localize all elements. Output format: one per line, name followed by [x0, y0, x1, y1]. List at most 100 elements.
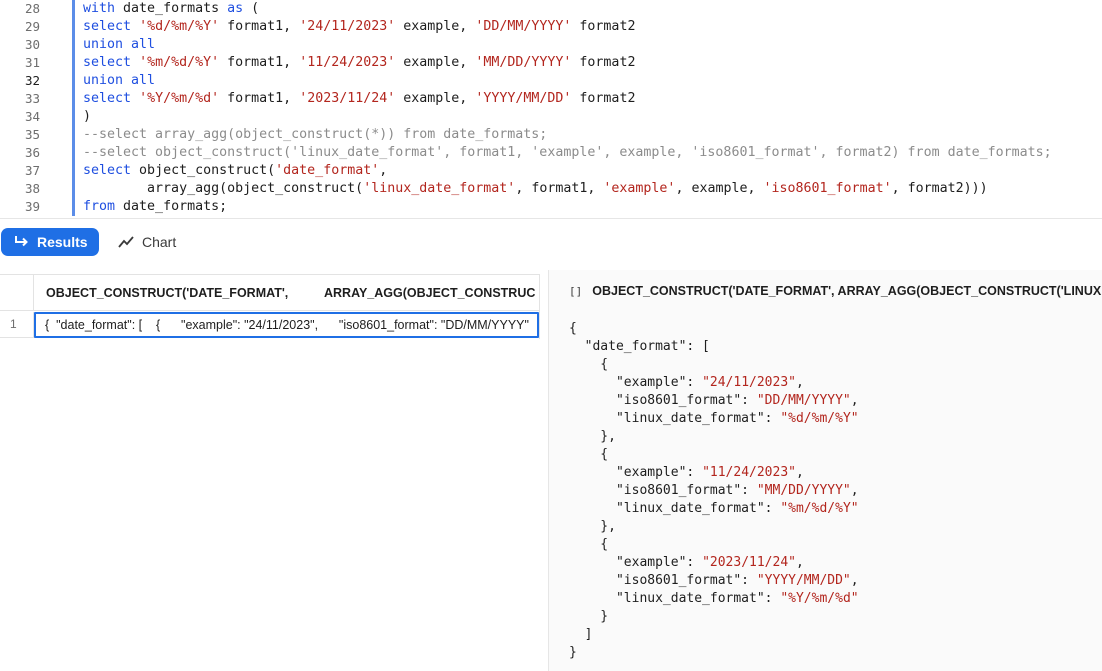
- json-line: "example": "11/24/2023",: [569, 464, 804, 482]
- json-line: {: [569, 356, 608, 374]
- json-line: "linux_date_format": "%d/%m/%Y": [569, 410, 859, 428]
- json-line: "example": "2023/11/24",: [569, 554, 804, 572]
- json-line: "linux_date_format": "%m/%d/%Y": [569, 500, 859, 518]
- json-token: },: [569, 429, 616, 444]
- json-token: "%d/%m/%Y": [780, 411, 859, 426]
- json-token: }: [569, 609, 609, 624]
- code-text: --select array_agg(object_construct(*)) …: [83, 126, 547, 144]
- array-brackets-icon: []: [569, 284, 583, 298]
- code-text: ): [83, 108, 91, 126]
- code-token: '11/24/2023': [299, 55, 396, 70]
- json-token: "example":: [569, 555, 703, 570]
- row-number: 1: [0, 312, 34, 338]
- grid-header: OBJECT_CONSTRUCT('DATE_FORMAT', ARRAY_AG…: [0, 275, 540, 311]
- json-line: "example": "24/11/2023",: [569, 374, 804, 392]
- line-number: 34: [24, 109, 40, 124]
- detail-header: [] OBJECT_CONSTRUCT('DATE_FORMAT', ARRAY…: [569, 284, 1101, 298]
- json-token: "linux_date_format":: [569, 501, 781, 516]
- code-token: select: [83, 163, 132, 178]
- code-token: select: [83, 19, 132, 34]
- code-line[interactable]: 33 select '%Y/%m/%d' format1, '2023/11/24…: [0, 90, 1102, 108]
- code-token: format2: [571, 91, 636, 106]
- change-marker: [72, 144, 75, 162]
- json-line: ]: [569, 626, 593, 644]
- code-line[interactable]: 31 select '%m/%d/%Y' format1, '11/24/2023…: [0, 54, 1102, 72]
- code-line[interactable]: 35 --select array_agg(object_construct(*)…: [0, 126, 1102, 144]
- sql-editor[interactable]: 28 with date_formats as (29 select '%d/%m/…: [0, 0, 1102, 218]
- chart-tab-button[interactable]: Chart: [118, 228, 176, 256]
- json-token: ,: [795, 555, 804, 570]
- line-chart-icon: [118, 236, 134, 248]
- code-token: as: [227, 1, 244, 16]
- code-line[interactable]: 30 union all: [0, 36, 1102, 54]
- code-line[interactable]: 28 with date_formats as (: [0, 0, 1102, 18]
- selected-cell[interactable]: { "date_format": [ { "example": "24/11/2…: [34, 312, 539, 338]
- json-token: "11/24/2023": [702, 465, 796, 480]
- return-arrow-icon: [15, 236, 28, 247]
- code-token: 'date_format': [275, 163, 380, 178]
- code-token: '2023/11/24': [299, 91, 396, 106]
- json-token: "linux_date_format":: [569, 411, 781, 426]
- code-token: '%Y/%m/%d': [139, 91, 220, 106]
- json-token: "date_format": [: [569, 339, 710, 354]
- code-token: , example,: [675, 181, 764, 196]
- json-line: "iso8601_format": "MM/DD/YYYY",: [569, 482, 859, 500]
- json-token: "%m/%d/%Y": [780, 501, 859, 516]
- table-row[interactable]: 1 { "date_format": [ { "example": "24/11…: [0, 312, 540, 338]
- json-line: "date_format": [: [569, 338, 710, 356]
- row-number-header: [0, 275, 34, 311]
- json-line: },: [569, 428, 616, 446]
- code-token: format1,: [219, 91, 300, 106]
- code-text: select '%Y/%m/%d' format1, '2023/11/24' …: [83, 90, 635, 108]
- code-token: format2: [571, 19, 636, 34]
- code-line[interactable]: 29 select '%d/%m/%Y' format1, '24/11/2023…: [0, 18, 1102, 36]
- code-text: --select object_construct('linux_date_fo…: [83, 144, 1052, 162]
- json-token: ,: [850, 393, 859, 408]
- change-marker: [72, 36, 75, 54]
- line-number: 37: [24, 163, 40, 178]
- column-header-1[interactable]: OBJECT_CONSTRUCT('DATE_FORMAT',: [46, 275, 316, 311]
- code-token: array_agg(object_construct(: [83, 181, 364, 196]
- line-number: 39: [24, 199, 40, 214]
- results-tab-button[interactable]: Results: [1, 228, 99, 256]
- cell-detail-panel: [] OBJECT_CONSTRUCT('DATE_FORMAT', ARRAY…: [548, 270, 1102, 671]
- code-token: from: [83, 199, 116, 214]
- code-token: example,: [395, 19, 476, 34]
- column-header-2[interactable]: ARRAY_AGG(OBJECT_CONSTRUC: [324, 275, 538, 311]
- code-line[interactable]: 38 array_agg(object_construct('linux_dat…: [0, 180, 1102, 198]
- json-line: {: [569, 446, 608, 464]
- json-line: {: [569, 320, 577, 338]
- code-line[interactable]: 32 union all: [0, 72, 1102, 90]
- code-token: with: [83, 1, 116, 16]
- code-text: array_agg(object_construct('linux_date_f…: [83, 180, 988, 198]
- grid-right-border: [539, 274, 540, 339]
- code-line[interactable]: 39 from date_formats;: [0, 198, 1102, 216]
- json-token: "24/11/2023": [702, 375, 796, 390]
- json-token: ,: [850, 483, 859, 498]
- change-marker: [72, 54, 75, 72]
- change-marker: [72, 180, 75, 198]
- code-token: example,: [395, 55, 476, 70]
- code-line[interactable]: 37 select object_construct('date_format',: [0, 162, 1102, 180]
- change-marker: [72, 108, 75, 126]
- code-line[interactable]: 36 --select object_construct('linux_date_…: [0, 144, 1102, 162]
- code-token: format2: [571, 55, 636, 70]
- json-token: ,: [795, 375, 804, 390]
- line-number: 32: [24, 73, 40, 88]
- json-token: "DD/MM/YYYY": [756, 393, 851, 408]
- line-number: 29: [24, 19, 40, 34]
- json-token: {: [569, 357, 609, 372]
- json-token: ,: [850, 573, 859, 588]
- code-token: date_formats;: [115, 199, 228, 214]
- json-token: "linux_date_format":: [569, 591, 781, 606]
- code-token: '%m/%d/%Y': [139, 55, 220, 70]
- json-token: "iso8601_format":: [569, 393, 757, 408]
- json-token: "%Y/%m/%d": [780, 591, 859, 606]
- code-line[interactable]: 34): [0, 108, 1102, 126]
- code-token: '24/11/2023': [299, 19, 396, 34]
- json-token: "iso8601_format":: [569, 483, 757, 498]
- line-number: 30: [24, 37, 40, 52]
- code-text: from date_formats;: [83, 198, 227, 216]
- code-token: select: [83, 91, 132, 106]
